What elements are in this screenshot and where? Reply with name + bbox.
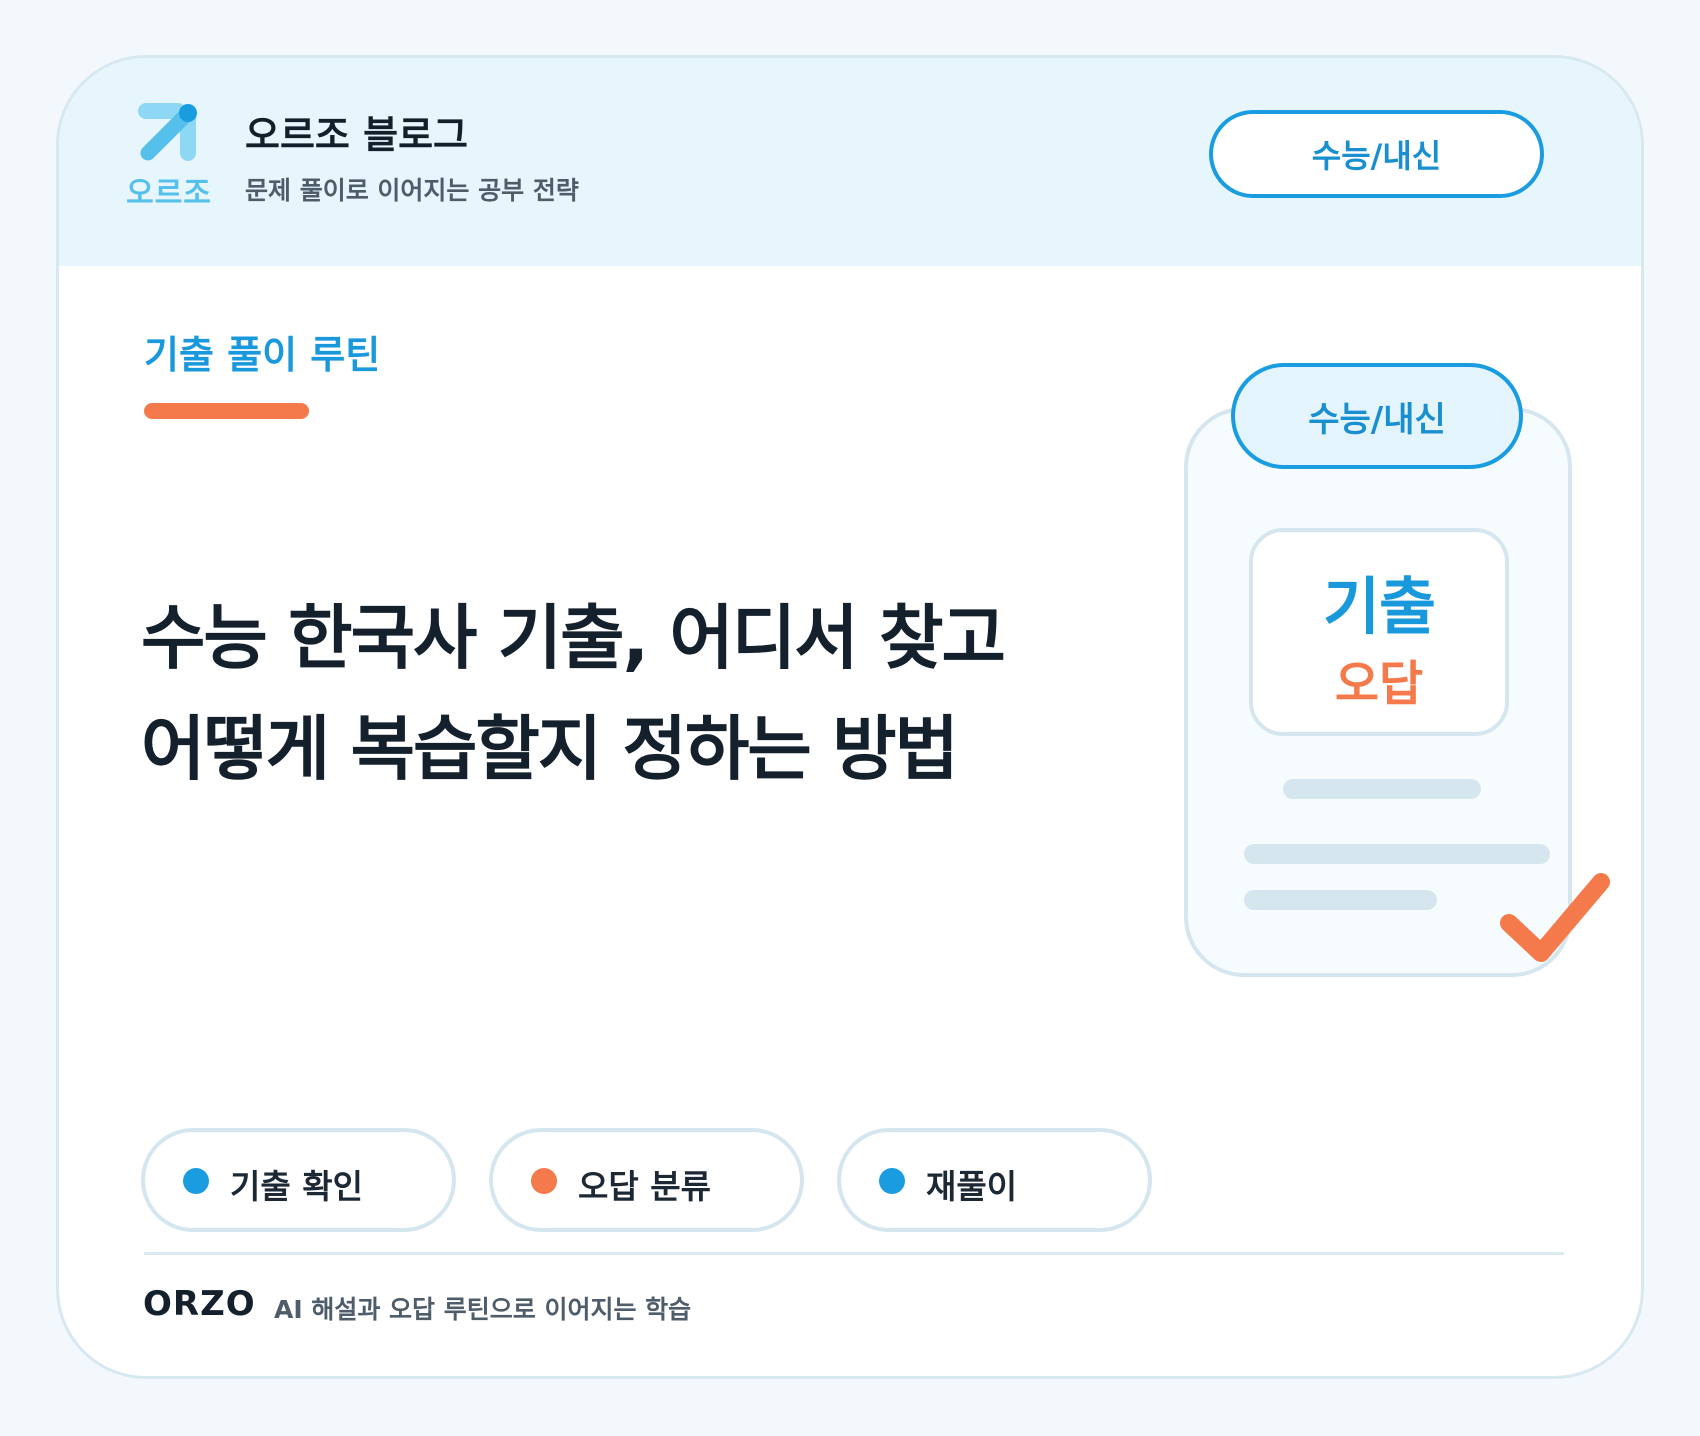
brand-logo: ORZO (143, 1284, 256, 1324)
blog-header: 오르조 오르조 블로그 문제 풀이로 이어지는 공부 전략 수능/내신 (59, 58, 1641, 266)
dot-icon (183, 1168, 209, 1194)
logo-text: 오르조 (126, 176, 212, 211)
dot-icon (879, 1168, 905, 1194)
illustration-pill: 수능/내신 (1231, 363, 1523, 469)
chip-resolve[interactable]: 재풀이 (837, 1128, 1152, 1232)
blog-title[interactable]: 오르조 블로그 (245, 104, 468, 159)
illustration-line (1283, 779, 1481, 799)
chip-label: 기출 확인 (230, 1167, 363, 1206)
blog-card: 오르조 오르조 블로그 문제 풀이로 이어지는 공부 전략 수능/내신 기출 풀… (56, 55, 1644, 1379)
chip-label: 오답 분류 (578, 1167, 711, 1206)
chip-label: 재풀이 (926, 1167, 1018, 1206)
dot-icon (531, 1168, 557, 1194)
checkmark-icon (1500, 873, 1610, 962)
chip-wrong-answer-sort[interactable]: 오답 분류 (489, 1128, 804, 1232)
illustration-box-main: 기출 (1322, 570, 1436, 643)
category-underline (144, 403, 309, 419)
illustration-line (1244, 844, 1550, 864)
page-title: 수능 한국사 기출, 어디서 찾고 어떻게 복습할지 정하는 방법 (141, 583, 1101, 805)
footer-divider (144, 1252, 1564, 1255)
headline-line-1: 수능 한국사 기출, 어디서 찾고 (141, 597, 1006, 679)
illustration-line (1244, 890, 1437, 910)
headline-line-2: 어떻게 복습할지 정하는 방법 (141, 708, 959, 790)
illustration-box-sub: 오답 (1334, 656, 1424, 712)
category-label: 기출 풀이 루틴 (144, 333, 381, 377)
category-pill-button[interactable]: 수능/내신 (1209, 110, 1544, 198)
footer-tagline: AI 해설과 오답 루틴으로 이어지는 학습 (274, 1295, 692, 1324)
illustration-box: 기출 오답 (1249, 528, 1509, 736)
orzo-logo-icon (138, 103, 197, 161)
chip-exam-check[interactable]: 기출 확인 (141, 1128, 456, 1232)
blog-subtitle: 문제 풀이로 이어지는 공부 전략 (245, 176, 579, 205)
